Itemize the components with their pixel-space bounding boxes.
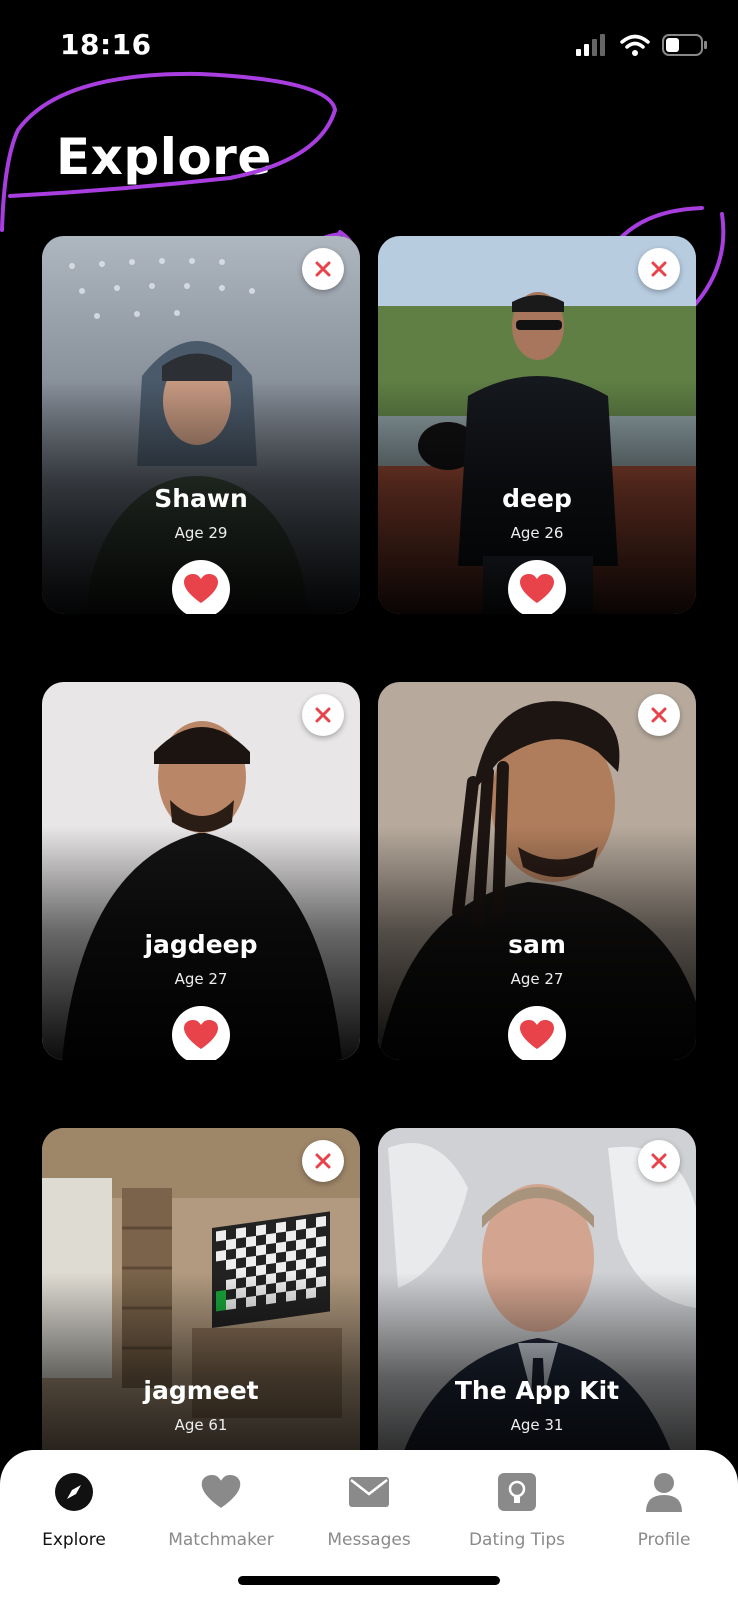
profile-age: Age 27	[510, 970, 564, 988]
profile-age: Age 26	[510, 524, 564, 542]
tab-label: Profile	[637, 1530, 691, 1550]
tab-label: Explore	[42, 1530, 106, 1550]
close-icon	[315, 261, 331, 277]
profile-age: Age 61	[174, 1416, 228, 1434]
tab-label: Messages	[327, 1530, 411, 1550]
tab-label: Dating Tips	[468, 1530, 566, 1550]
tab-label: Matchmaker	[168, 1530, 274, 1550]
heart-icon	[184, 574, 218, 603]
profile-name: sam	[508, 930, 566, 959]
status-bar: 18:16	[0, 0, 738, 90]
like-button[interactable]	[508, 560, 566, 614]
heart-icon	[201, 1475, 241, 1508]
profile-card[interactable]: sam Age 27	[378, 682, 696, 1060]
profile-name: deep	[502, 484, 572, 513]
lightbulb-icon	[498, 1473, 536, 1511]
tab-dating-tips[interactable]: Dating Tips	[443, 1468, 591, 1568]
dismiss-button[interactable]	[302, 248, 344, 290]
battery-icon	[662, 34, 707, 56]
signal-icon	[576, 34, 605, 56]
like-button[interactable]	[172, 560, 230, 614]
profile-card[interactable]: jagdeep Age 27	[42, 682, 360, 1060]
compass-icon	[55, 1473, 93, 1511]
dismiss-button[interactable]	[302, 1140, 344, 1182]
profile-card[interactable]: deep Age 26	[378, 236, 696, 614]
close-icon	[651, 1153, 667, 1169]
profile-name: jagmeet	[143, 1376, 259, 1405]
profile-name: Shawn	[154, 484, 248, 513]
tab-profile[interactable]: Profile	[590, 1468, 738, 1568]
like-button[interactable]	[508, 1006, 566, 1060]
close-icon	[315, 707, 331, 723]
profile-card[interactable]: Shawn Age 29	[42, 236, 360, 614]
dismiss-button[interactable]	[638, 1140, 680, 1182]
close-icon	[315, 1153, 331, 1169]
page-title: Explore	[56, 128, 272, 186]
profile-age: Age 29	[174, 524, 228, 542]
status-icons	[576, 34, 708, 56]
heart-icon	[520, 1020, 554, 1049]
dismiss-button[interactable]	[638, 248, 680, 290]
profile-name: The App Kit	[454, 1376, 620, 1405]
dismiss-button[interactable]	[638, 694, 680, 736]
tab-explore[interactable]: Explore	[0, 1468, 148, 1568]
tab-matchmaker[interactable]: Matchmaker	[147, 1468, 295, 1568]
user-icon	[646, 1473, 682, 1512]
close-icon	[651, 261, 667, 277]
home-indicator	[238, 1576, 500, 1585]
wifi-icon	[620, 34, 650, 56]
heart-icon	[184, 1020, 218, 1049]
status-time: 18:16	[60, 28, 152, 61]
like-button[interactable]	[172, 1006, 230, 1060]
tab-messages[interactable]: Messages	[295, 1468, 443, 1568]
envelope-icon	[349, 1477, 389, 1507]
profile-name: jagdeep	[144, 930, 258, 959]
profile-age: Age 31	[510, 1416, 564, 1434]
dismiss-button[interactable]	[302, 694, 344, 736]
heart-icon	[520, 574, 554, 603]
close-icon	[651, 707, 667, 723]
profile-age: Age 27	[174, 970, 228, 988]
